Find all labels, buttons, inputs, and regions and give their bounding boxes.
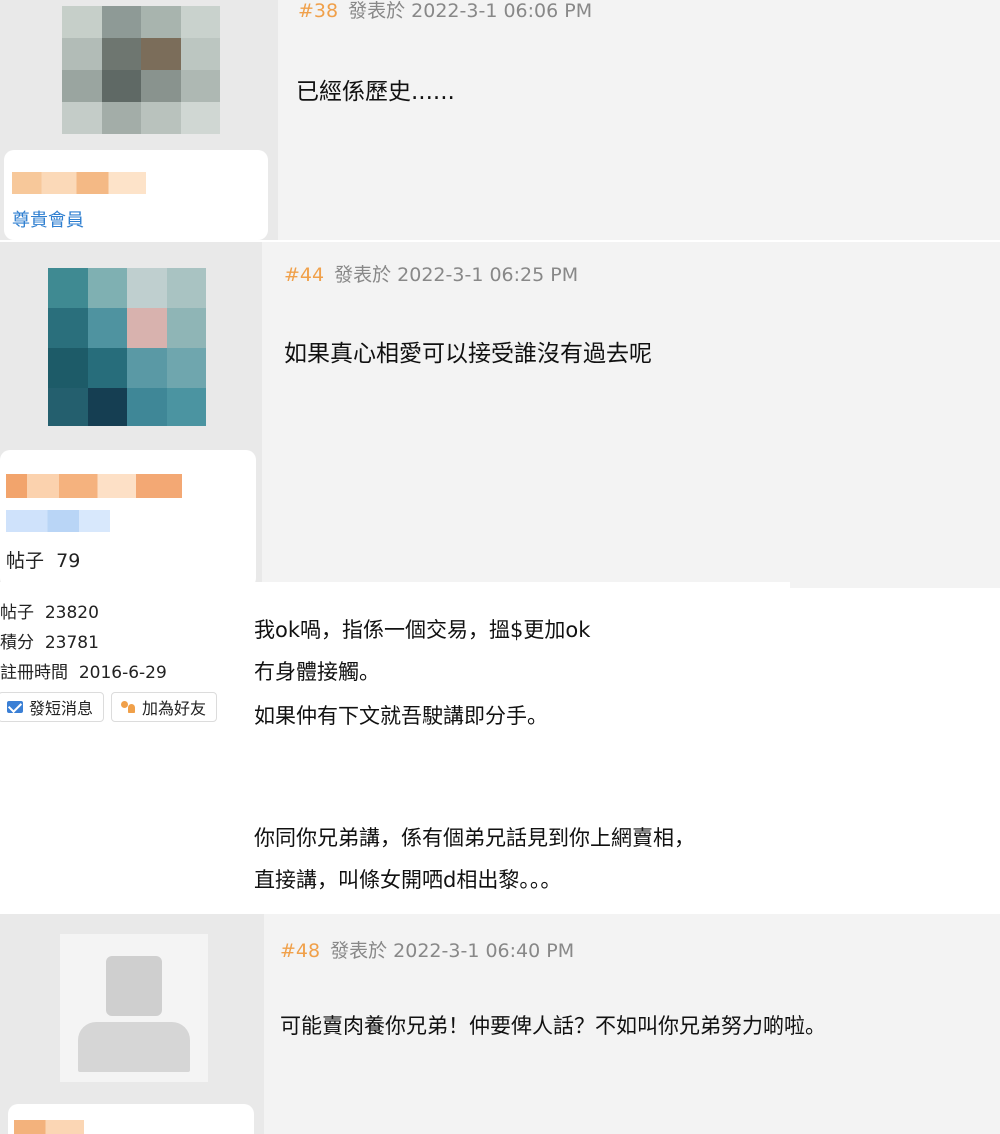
send-message-button[interactable]: 發短消息 — [0, 692, 104, 722]
author-avatar[interactable] — [60, 934, 208, 1082]
post-content — [262, 242, 1000, 588]
post-meta: #48 發表於 2022-3-1 06:40 PM — [280, 936, 574, 963]
post-38: 尊貴會員 #38 發表於 2022-3-1 06:06 PM 已經係歷史.....… — [0, 0, 1000, 240]
post-timestamp: 2022-3-1 06:40 PM — [393, 940, 575, 962]
post-body: 可能賣肉養你兄弟！仲要俾人話？不如叫你兄弟努力啲啦。 — [280, 1014, 826, 1038]
add-friend-button[interactable]: 加為好友 — [111, 692, 217, 722]
author-rank: 尊貴會員 — [12, 210, 84, 231]
author-avatar[interactable] — [48, 268, 206, 426]
quoted-line-1: 我ok喎，指係一個交易，搵$更加ok — [254, 618, 591, 642]
stat-points: 積分 23781 — [0, 633, 99, 653]
post-body: 如果真心相愛可以接受誰沒有過去呢 — [284, 341, 652, 367]
stat-registered: 註冊時間 2016-6-29 — [0, 663, 167, 683]
post-44: 帖子 79 #44 發表於 2022-3-1 06:25 PM 如果真心相愛可以接… — [0, 242, 1000, 588]
author-username[interactable] — [14, 1120, 84, 1134]
author-avatar[interactable] — [62, 6, 220, 134]
add-friend-icon — [120, 701, 136, 713]
posted-label: 發表於 — [334, 264, 392, 286]
posted-label: 發表於 — [330, 940, 388, 962]
quoted-line-2: 冇身體接觸。 — [254, 660, 380, 684]
quoted-line-4: 你同你兄弟講，係有個弟兄話見到你上網賣相， — [254, 826, 695, 850]
post-timestamp: 2022-3-1 06:06 PM — [411, 0, 593, 22]
author-rank — [6, 510, 110, 532]
post-meta: #44 發表於 2022-3-1 06:25 PM — [284, 260, 578, 287]
post-number[interactable]: #44 — [284, 264, 324, 286]
quoted-line-3: 如果仲有下文就吾駛講即分手。 — [254, 704, 548, 728]
author-username[interactable] — [6, 474, 182, 498]
author-posts-count: 帖子 79 — [6, 550, 81, 572]
stat-posts: 帖子 23820 — [0, 603, 99, 623]
post-number[interactable]: #48 — [280, 940, 320, 962]
post-48: #48 發表於 2022-3-1 06:40 PM 可能賣肉養你兄弟！仲要俾人話？… — [0, 914, 1000, 1134]
post-timestamp: 2022-3-1 06:25 PM — [397, 264, 579, 286]
envelope-icon — [7, 701, 23, 713]
post-number[interactable]: #38 — [298, 0, 338, 22]
author-username[interactable] — [12, 172, 146, 194]
post-meta: #38 發表於 2022-3-1 06:06 PM — [298, 0, 592, 23]
post-content — [278, 0, 1000, 240]
post-body: 已經係歷史...... — [296, 79, 455, 105]
quoted-post: 帖子 23820 積分 23781 註冊時間 2016-6-29 發短消息 加為… — [0, 582, 790, 914]
posted-label: 發表於 — [348, 0, 406, 22]
quoted-line-5: 直接講，叫條女開哂d相出黎。。。 — [254, 868, 562, 892]
